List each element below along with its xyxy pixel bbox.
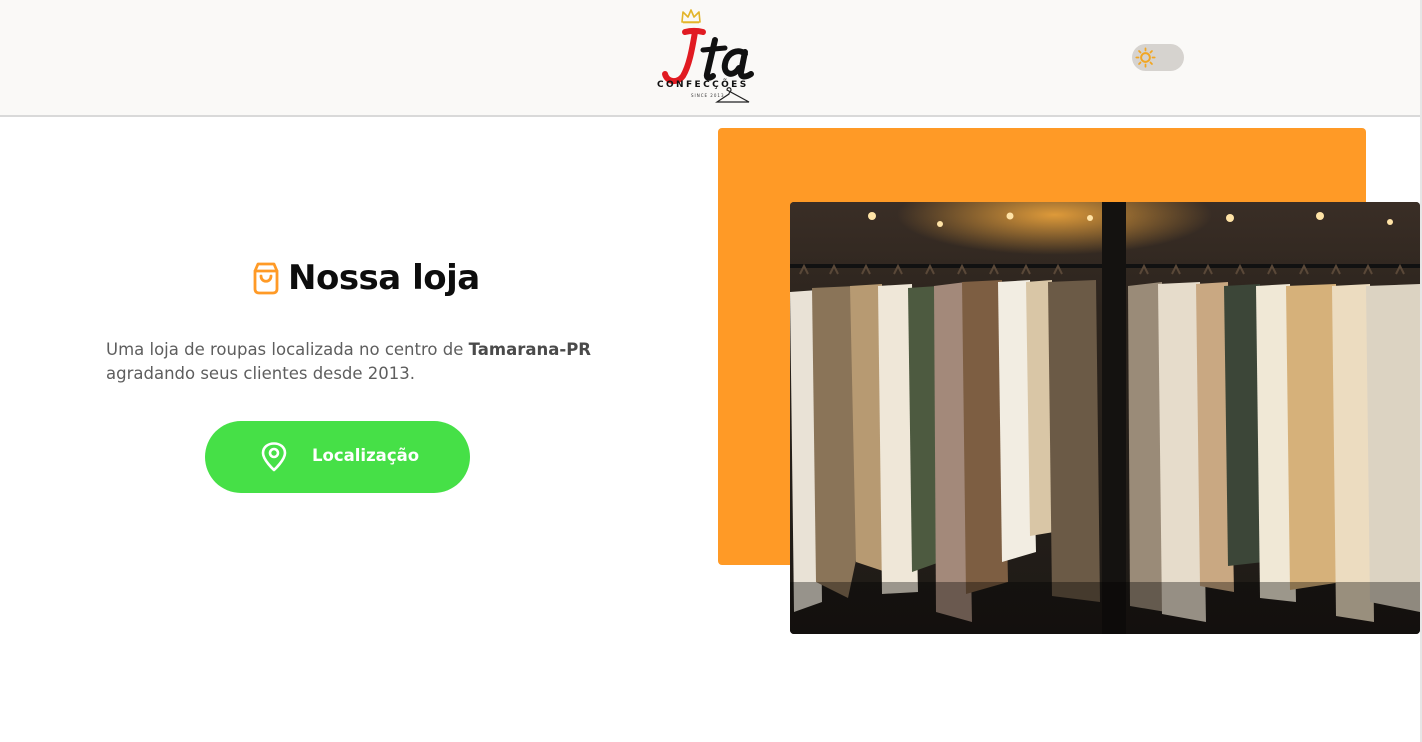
city-highlight: Tamarana-PR: [468, 340, 591, 359]
description-text: Uma loja de roupas localizada no centro …: [106, 340, 469, 359]
hanger-icon: [715, 87, 750, 103]
store-description: Uma loja de roupas localizada no centro …: [106, 338, 626, 386]
photo-illustration: [790, 202, 1420, 634]
location-button-label: Localização: [312, 446, 420, 465]
page-title: Nossa loja: [288, 258, 480, 298]
section-title-row: Nossa loja: [250, 258, 480, 298]
map-pin-icon: [261, 442, 287, 472]
sun-icon: [1135, 47, 1156, 68]
description-text-end: agradando seus clientes desde 2013.: [106, 364, 416, 383]
clothing-rack-photo: [790, 202, 1420, 634]
location-button[interactable]: Localização: [205, 421, 470, 493]
theme-toggle[interactable]: [1132, 44, 1184, 71]
shopping-bag-icon: [253, 262, 279, 295]
site-header: CONFECÇÕES SINCE 2013: [0, 0, 1420, 117]
brand-logo[interactable]: CONFECÇÕES SINCE 2013: [655, 8, 765, 108]
